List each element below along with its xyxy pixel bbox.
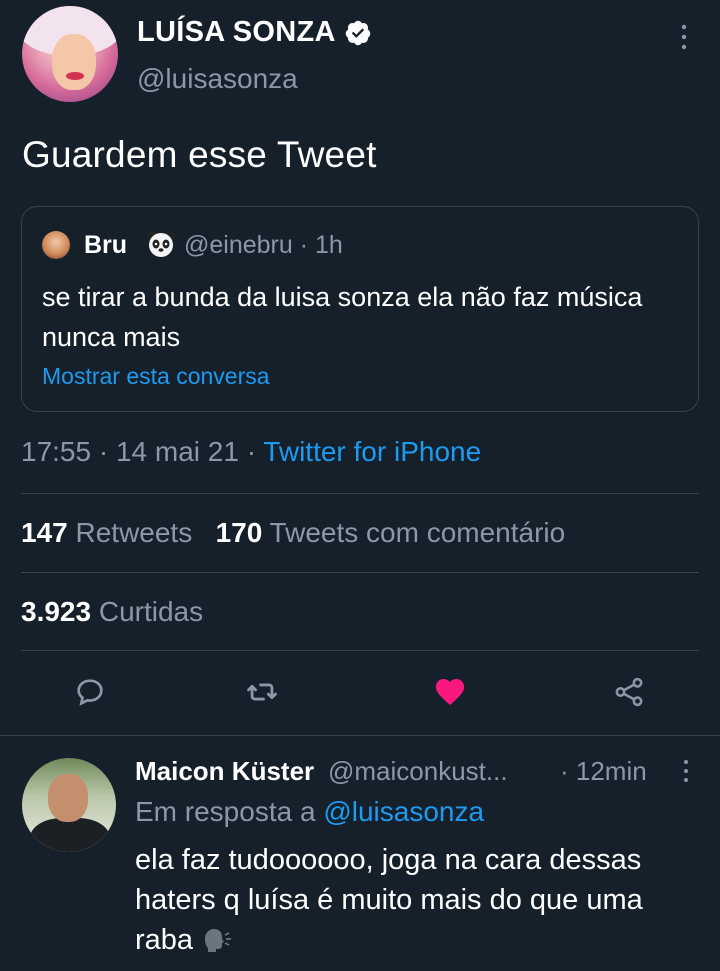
quoted-handle-time: @einebru · 1h	[184, 231, 343, 259]
author-avatar[interactable]	[22, 6, 118, 102]
quoted-author-name: Bru	[84, 231, 128, 259]
source-client-link[interactable]: Twitter for iPhone	[263, 436, 481, 467]
reply-more-options-icon[interactable]	[682, 759, 690, 783]
reply-author-avatar[interactable]	[22, 758, 116, 852]
quoted-text: se tirar a bunda da luisa sonza ela não …	[42, 282, 643, 352]
like-button[interactable]	[432, 674, 468, 710]
divider	[21, 650, 699, 651]
retweet-button[interactable]	[244, 674, 280, 710]
divider	[21, 493, 699, 494]
avatar-body	[30, 818, 110, 852]
retweet-stats: 147 Retweets 170 Tweets com comentário	[21, 517, 565, 549]
author-handle[interactable]: @luisasonza	[137, 63, 298, 95]
share-button[interactable]	[611, 674, 647, 710]
timestamp-time: 17:55 · 14 mai 21 ·	[21, 436, 264, 467]
likes-stat[interactable]: 3.923 Curtidas	[21, 596, 203, 628]
quoted-tweet-card[interactable]: Bru @einebru · 1h se tirar a bunda da lu…	[21, 206, 699, 412]
author-name[interactable]: LUÍSA SONZA	[137, 16, 336, 49]
avatar-lips	[66, 72, 84, 80]
avatar-face	[52, 34, 96, 90]
reply-author-name[interactable]: Maicon Küster	[135, 756, 314, 787]
more-options-icon[interactable]	[680, 24, 688, 50]
reply-text: ela faz tudoooooo, joga na cara dessas h…	[135, 840, 695, 960]
speaking-head-emoji-icon	[205, 929, 232, 952]
divider	[0, 735, 720, 736]
retweet-icon	[247, 683, 277, 701]
quotes-stat[interactable]: 170 Tweets com comentário	[216, 517, 566, 548]
replying-to: Em resposta a @luisasonza	[135, 796, 484, 828]
replying-to-handle[interactable]: @luisasonza	[323, 796, 484, 827]
show-thread-link[interactable]: Mostrar esta conversa	[42, 363, 270, 390]
like-icon	[435, 678, 465, 706]
tweet-text: Guardem esse Tweet	[22, 134, 377, 175]
replying-to-prefix: Em resposta a	[135, 796, 324, 827]
reply-time: · 12min	[560, 756, 647, 786]
divider	[21, 572, 699, 573]
avatar-head	[48, 774, 88, 822]
share-icon	[615, 677, 643, 707]
retweets-stat[interactable]: 147 Retweets	[21, 517, 192, 548]
tweet-timestamp: 17:55 · 14 mai 21 · Twitter for iPhone	[21, 436, 481, 468]
quoted-avatar[interactable]	[42, 231, 70, 259]
panda-emoji-icon	[147, 231, 175, 257]
reply-icon	[77, 679, 103, 706]
reply-author-handle[interactable]: @maiconkust...	[328, 756, 508, 787]
verified-badge-icon	[345, 20, 371, 46]
reply-button[interactable]	[72, 674, 108, 710]
